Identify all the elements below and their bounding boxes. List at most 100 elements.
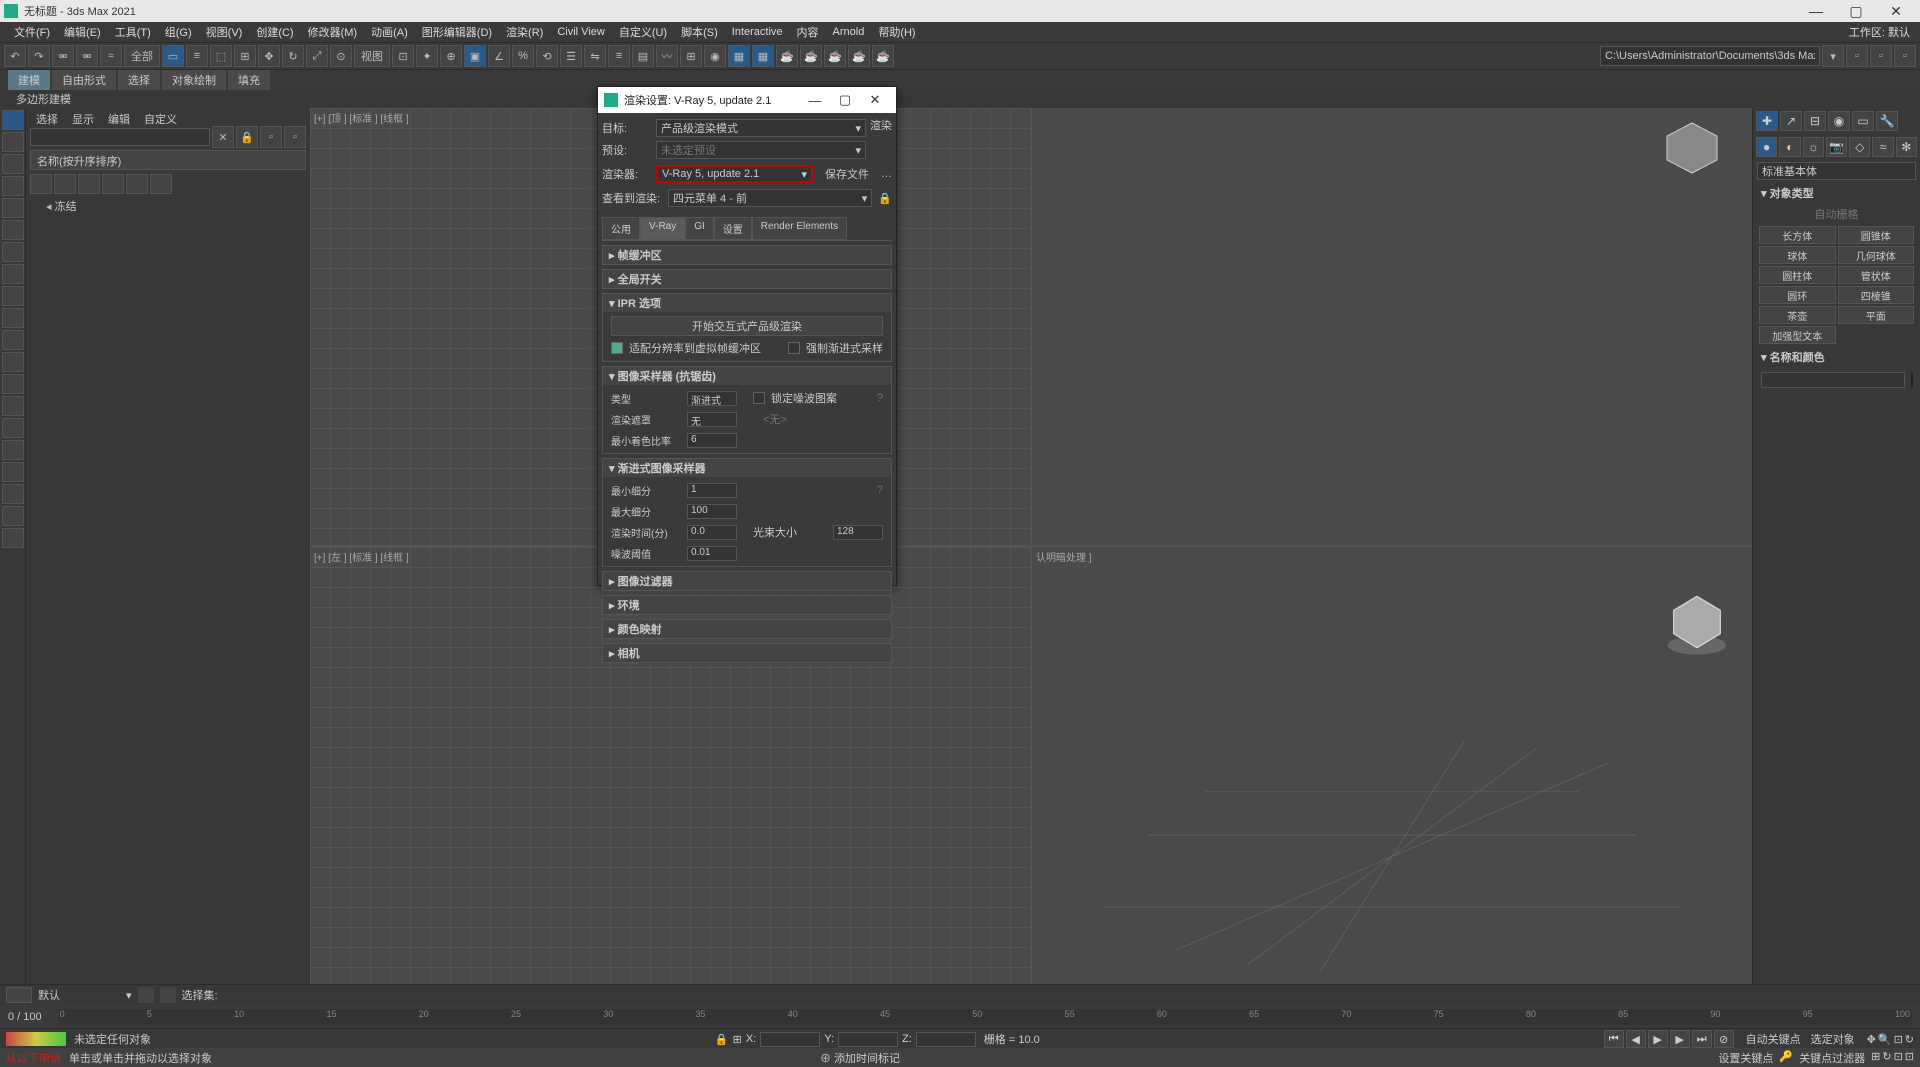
nav-zoom-button[interactable]: 🔍 bbox=[1878, 1033, 1892, 1046]
manip-button[interactable]: ✦ bbox=[416, 45, 438, 67]
render-tab[interactable]: 设置 bbox=[714, 217, 752, 240]
prev-frame-button[interactable]: ◀ bbox=[1626, 1030, 1646, 1048]
close-button[interactable]: ✕ bbox=[1876, 0, 1916, 22]
primitive-button[interactable]: 四棱锥 bbox=[1838, 286, 1915, 304]
path-btn2[interactable]: ▫ bbox=[1846, 45, 1868, 67]
selobj-dropdown[interactable]: 选定对象 bbox=[1807, 1031, 1859, 1047]
menu-图形编辑器(D)[interactable]: 图形编辑器(D) bbox=[416, 22, 498, 42]
force-prog-checkbox[interactable] bbox=[788, 342, 800, 354]
extra4-icon[interactable] bbox=[2, 484, 24, 504]
progressive-rollout[interactable]: ▾ 渐进式图像采样器 bbox=[603, 459, 891, 477]
systems-icon[interactable]: ✻ bbox=[1896, 137, 1917, 157]
key-mode-button[interactable]: ⊘ bbox=[1714, 1030, 1734, 1048]
snap-toggle-button[interactable]: ▣ bbox=[464, 45, 486, 67]
search-clear-icon[interactable]: ✕ bbox=[212, 126, 234, 148]
render-last-button[interactable]: ☕ bbox=[800, 45, 822, 67]
ipr-rollout[interactable]: ▾ IPR 选项 bbox=[603, 294, 891, 312]
schematic-button[interactable]: ⊞ bbox=[680, 45, 702, 67]
lights-icon[interactable]: ☼ bbox=[1803, 137, 1824, 157]
menu-视图(V)[interactable]: 视图(V) bbox=[200, 22, 249, 42]
addtime-label[interactable]: ⊕ 添加时间标记 bbox=[820, 1050, 900, 1066]
render-setup-button[interactable]: ▦ bbox=[728, 45, 750, 67]
object-type-header[interactable]: ▾ 对象类型 bbox=[1753, 182, 1920, 204]
hidden-filter-icon[interactable] bbox=[2, 308, 24, 328]
render-iterate-button[interactable]: ☕ bbox=[824, 45, 846, 67]
preset-dropdown[interactable]: 未选定预设▾ bbox=[656, 141, 866, 159]
scene-menu-item[interactable]: 显示 bbox=[66, 110, 100, 124]
menu-内容[interactable]: 内容 bbox=[791, 22, 825, 42]
material-button[interactable]: ◉ bbox=[704, 45, 726, 67]
camera-rollout[interactable]: ▸ 相机 bbox=[603, 644, 891, 662]
display-wire-icon[interactable] bbox=[78, 174, 100, 194]
primitive-button[interactable]: 球体 bbox=[1759, 246, 1836, 264]
search-input[interactable] bbox=[30, 128, 210, 146]
maxsub-input[interactable]: 100 bbox=[687, 504, 737, 519]
minimize-button[interactable]: — bbox=[1796, 0, 1836, 22]
scale-button[interactable]: ⤢ bbox=[306, 45, 328, 67]
next-frame-button[interactable]: ▶ bbox=[1670, 1030, 1690, 1048]
curve-editor-button[interactable]: 〰 bbox=[656, 45, 678, 67]
modify-tab-icon[interactable]: ↗ bbox=[1780, 111, 1802, 131]
ribbon-tab[interactable]: 自由形式 bbox=[52, 70, 116, 90]
window-crossing-button[interactable]: ⊞ bbox=[234, 45, 256, 67]
select-object-button[interactable]: ▭ bbox=[162, 45, 184, 67]
helper-filter-icon[interactable] bbox=[2, 198, 24, 218]
autokey-button[interactable]: 自动关键点 bbox=[1742, 1031, 1805, 1047]
viewport-persp[interactable] bbox=[1032, 108, 1752, 545]
motion-tab-icon[interactable]: ◉ bbox=[1828, 111, 1850, 131]
render-tab[interactable]: GI bbox=[685, 217, 714, 240]
pivot-button[interactable]: ⊡ bbox=[392, 45, 414, 67]
key-icon[interactable]: 🔑 bbox=[1779, 1050, 1793, 1066]
shape-filter-icon[interactable] bbox=[2, 132, 24, 152]
nav4-button[interactable]: ⊡ bbox=[1905, 1050, 1914, 1066]
menu-动画(A)[interactable]: 动画(A) bbox=[365, 22, 414, 42]
name-color-header[interactable]: ▾ 名称和颜色 bbox=[1753, 346, 1920, 368]
timeline[interactable]: 0 / 100 05101520253035404550556065707580… bbox=[0, 1005, 1920, 1029]
angle-snap-button[interactable]: ∠ bbox=[488, 45, 510, 67]
fit-res-checkbox[interactable] bbox=[611, 342, 623, 354]
mask-dropdown[interactable]: 无 bbox=[687, 412, 737, 427]
menu-Civil View[interactable]: Civil View bbox=[551, 24, 610, 40]
lock-view-icon[interactable]: 🔒 bbox=[878, 192, 892, 205]
shapes-icon[interactable]: ◐ bbox=[1779, 137, 1800, 157]
path-btn1[interactable]: ▾ bbox=[1822, 45, 1844, 67]
frozen-filter-icon[interactable] bbox=[2, 330, 24, 350]
move-button[interactable]: ✥ bbox=[258, 45, 280, 67]
x-input[interactable] bbox=[760, 1032, 820, 1047]
display-edge-icon[interactable] bbox=[126, 174, 148, 194]
primitive-button[interactable]: 圆环 bbox=[1759, 286, 1836, 304]
unlink-button[interactable]: ⚮ bbox=[76, 45, 98, 67]
keyfilter-button[interactable]: 关键点过滤器 bbox=[1795, 1050, 1869, 1066]
time-input[interactable]: 0.0 bbox=[687, 525, 737, 540]
sel-set-icon[interactable] bbox=[160, 987, 176, 1003]
viewcube-icon[interactable] bbox=[1662, 118, 1722, 178]
menu-工具(T)[interactable]: 工具(T) bbox=[109, 22, 157, 42]
view-opt1-icon[interactable]: ▫ bbox=[260, 126, 282, 148]
none-filter-icon[interactable] bbox=[2, 374, 24, 394]
invert-filter-icon[interactable] bbox=[2, 396, 24, 416]
sampler-type[interactable]: 渐进式 bbox=[687, 391, 737, 406]
geometry-icon[interactable]: ● bbox=[1756, 137, 1777, 157]
display-more-icon[interactable] bbox=[150, 174, 172, 194]
bundle-input[interactable]: 128 bbox=[833, 525, 883, 540]
extra1-icon[interactable] bbox=[2, 418, 24, 438]
y-input[interactable] bbox=[838, 1032, 898, 1047]
menu-脚本(S)[interactable]: 脚本(S) bbox=[675, 22, 724, 42]
rotate-button[interactable]: ↻ bbox=[282, 45, 304, 67]
placement-button[interactable]: ⊙ bbox=[330, 45, 352, 67]
ribbon-tab[interactable]: 建模 bbox=[8, 70, 50, 90]
lock-icon[interactable]: 🔒 bbox=[236, 126, 258, 148]
selection-filter[interactable]: 全部 bbox=[124, 45, 160, 67]
color-swatch[interactable] bbox=[1911, 373, 1913, 387]
align-button[interactable]: ≡ bbox=[608, 45, 630, 67]
view-opt2-icon[interactable]: ▫ bbox=[284, 126, 306, 148]
primitive-button[interactable]: 加强型文本 bbox=[1759, 326, 1836, 344]
minshade-input[interactable]: 6 bbox=[687, 433, 737, 448]
render-online-button[interactable]: ☕ bbox=[872, 45, 894, 67]
apply-button[interactable]: 从以下申请 bbox=[6, 1050, 61, 1066]
render-button[interactable]: 渲染 bbox=[870, 117, 892, 161]
layer-icon[interactable] bbox=[138, 987, 154, 1003]
timeline-config-icon[interactable] bbox=[6, 987, 32, 1003]
select-region-button[interactable]: ⬚ bbox=[210, 45, 232, 67]
menu-帮助(H)[interactable]: 帮助(H) bbox=[872, 22, 921, 42]
